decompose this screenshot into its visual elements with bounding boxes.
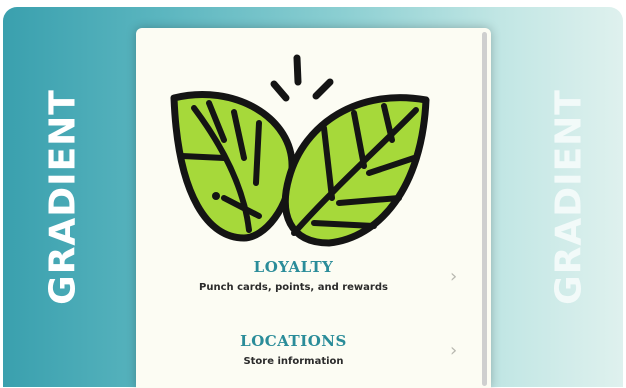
menu-item-title: LOCATIONS — [240, 332, 347, 350]
leaves-logo-icon — [170, 54, 430, 247]
scrollbar[interactable] — [482, 32, 487, 386]
menu-item-subtitle: Punch cards, points, and rewards — [199, 282, 388, 293]
gradient-side-label-left: GRADIENT — [42, 89, 84, 305]
menu-item-locations[interactable]: LOCATIONS Store information › — [136, 328, 476, 388]
app-card: LOYALTY Punch cards, points, and rewards… — [136, 28, 491, 388]
chevron-right-icon: › — [450, 266, 458, 287]
gradient-side-label-right: GRADIENT — [548, 89, 590, 305]
chevron-right-icon: › — [450, 340, 458, 361]
menu-item-title: LOYALTY — [253, 258, 334, 276]
menu-item-subtitle: Store information — [243, 356, 344, 367]
menu-item-loyalty[interactable]: LOYALTY Punch cards, points, and rewards… — [136, 254, 476, 314]
